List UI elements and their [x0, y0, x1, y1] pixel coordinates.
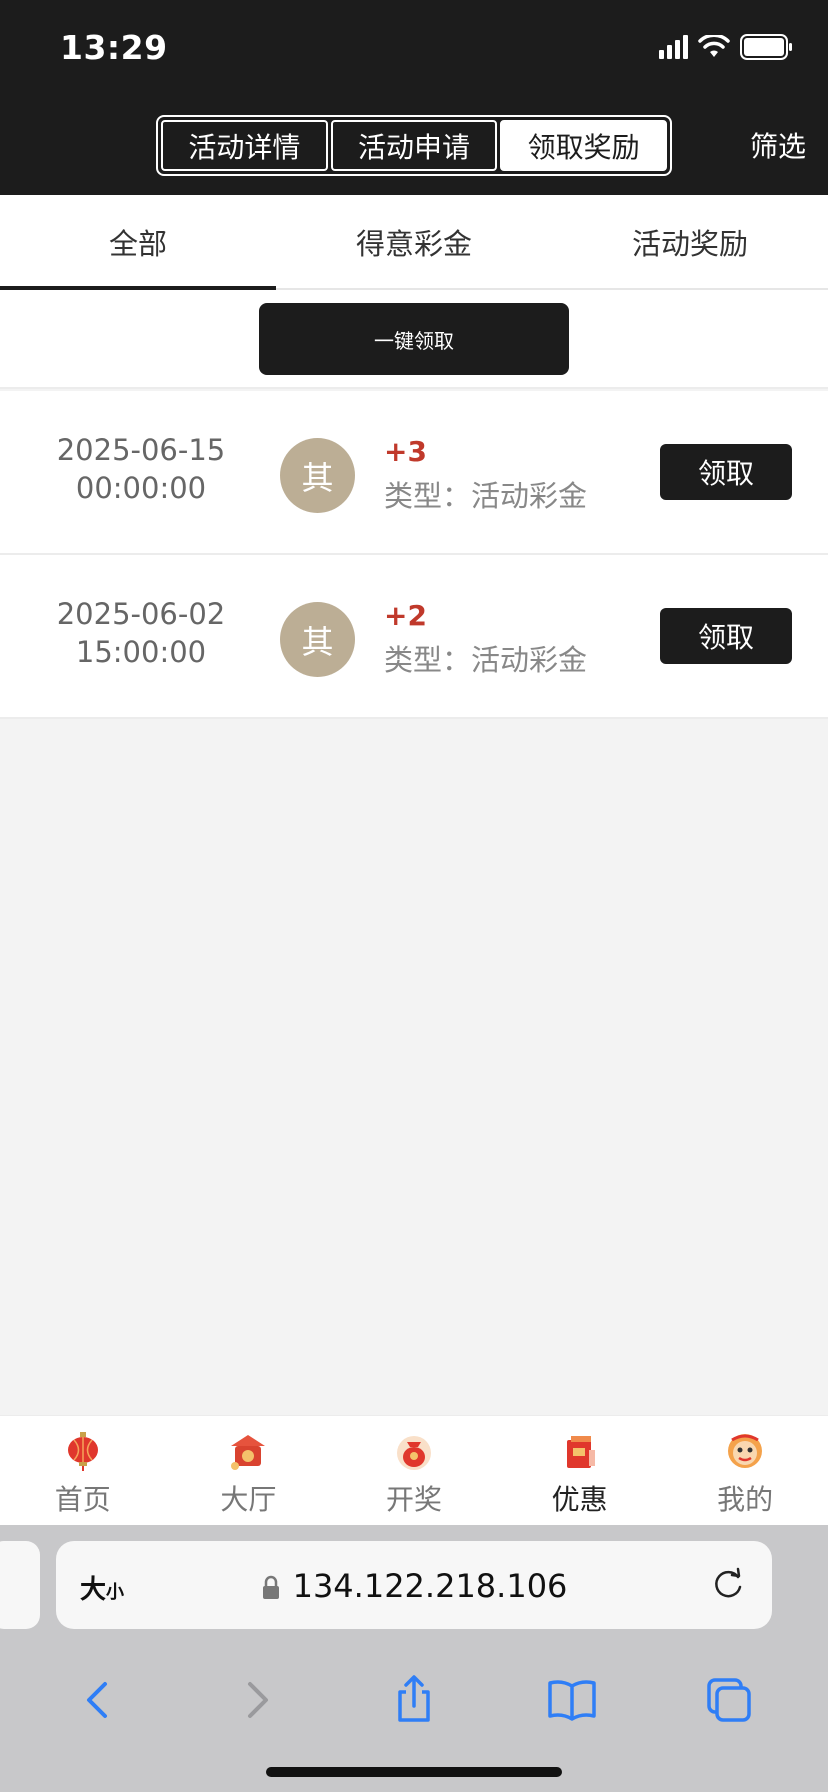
reward-row: 2025-06-15 00:00:00 其 +3 类型：活动彩金 领取: [0, 391, 828, 555]
segment-activity-details[interactable]: 活动详情: [161, 120, 328, 171]
segment-claim-rewards[interactable]: 领取奖励: [500, 120, 668, 171]
tab-activity-rewards[interactable]: 活动奖励: [552, 195, 828, 288]
bottom-nav: 首页 大厅 开奖 优惠 我的: [0, 1415, 828, 1525]
url-text: 134.122.218.106: [292, 1567, 568, 1605]
reward-time: 15:00:00: [75, 635, 207, 669]
reward-amount: +2: [384, 599, 427, 632]
nav-item-home[interactable]: 首页: [0, 1416, 166, 1525]
nav-item-lobby[interactable]: 大厅: [166, 1416, 332, 1525]
nav-item-promotions[interactable]: 优惠: [497, 1416, 663, 1525]
lion-icon: [728, 1434, 763, 1468]
lobby-icon: [231, 1435, 266, 1470]
claim-button[interactable]: 领取: [660, 608, 792, 664]
segment-control: 活动详情 活动申请 领取奖励: [156, 115, 672, 176]
reward-type: 类型：活动彩金: [384, 643, 588, 677]
nav-item-mine[interactable]: 我的: [662, 1416, 828, 1525]
reward-time: 00:00:00: [75, 471, 207, 505]
lucky-bag-icon: [396, 1436, 431, 1470]
lock-icon: [262, 1575, 279, 1599]
tab-all[interactable]: 全部: [0, 195, 276, 290]
browser-chrome: 大小 134.122.218.106: [0, 1525, 828, 1792]
claim-all-section: 一键领取: [0, 290, 828, 389]
back-icon[interactable]: [69, 1670, 129, 1730]
tab-deyi-bonus[interactable]: 得意彩金: [276, 195, 552, 288]
status-icons: [659, 34, 794, 60]
bookmarks-icon[interactable]: [542, 1670, 602, 1730]
address-bar[interactable]: 大小 134.122.218.106: [56, 1541, 772, 1629]
previous-tab-preview[interactable]: [0, 1541, 40, 1629]
nav-label: 大厅: [220, 1483, 277, 1516]
status-time: 13:29: [60, 28, 168, 67]
wifi-icon: [698, 35, 730, 57]
reward-date: 2025-06-02: [56, 597, 226, 631]
claim-all-button[interactable]: 一键领取: [259, 303, 569, 375]
tabs-icon[interactable]: [699, 1670, 759, 1730]
gift-icon: [566, 1436, 595, 1468]
share-icon[interactable]: [384, 1670, 444, 1730]
reload-icon[interactable]: [710, 1565, 746, 1603]
reward-avatar: 其: [280, 438, 355, 513]
nav-label: 开奖: [385, 1483, 442, 1516]
forward-icon[interactable]: [226, 1670, 286, 1730]
app-header: 13:29 活动详情 活动申请 领取奖励 筛选: [0, 0, 828, 195]
reward-avatar: 其: [280, 602, 355, 677]
cellular-signal-icon: [659, 35, 688, 59]
home-indicator: [266, 1767, 562, 1777]
battery-icon: [740, 34, 792, 60]
reward-datetime: 2025-06-02 15:00:00: [40, 595, 242, 671]
reward-amount: +3: [384, 435, 427, 468]
nav-label: 首页: [54, 1483, 111, 1516]
reward-list: 2025-06-15 00:00:00 其 +3 类型：活动彩金 领取 2025…: [0, 391, 828, 719]
reward-date: 2025-06-15: [56, 433, 226, 467]
reward-type: 类型：活动彩金: [384, 479, 588, 513]
reward-row: 2025-06-02 15:00:00 其 +2 类型：活动彩金 领取: [0, 555, 828, 719]
claim-button[interactable]: 领取: [660, 444, 792, 500]
nav-label: 我的: [717, 1483, 774, 1516]
filter-button[interactable]: 筛选: [750, 125, 806, 165]
lantern-icon: [67, 1432, 98, 1471]
reward-datetime: 2025-06-15 00:00:00: [40, 431, 242, 507]
url-display[interactable]: 134.122.218.106: [56, 1567, 772, 1605]
category-tabs: 全部 得意彩金 活动奖励: [0, 195, 828, 290]
browser-toolbar: [0, 1660, 828, 1740]
nav-label: 优惠: [551, 1483, 608, 1516]
segment-activity-apply[interactable]: 活动申请: [330, 120, 498, 171]
nav-item-draw[interactable]: 开奖: [331, 1416, 497, 1525]
